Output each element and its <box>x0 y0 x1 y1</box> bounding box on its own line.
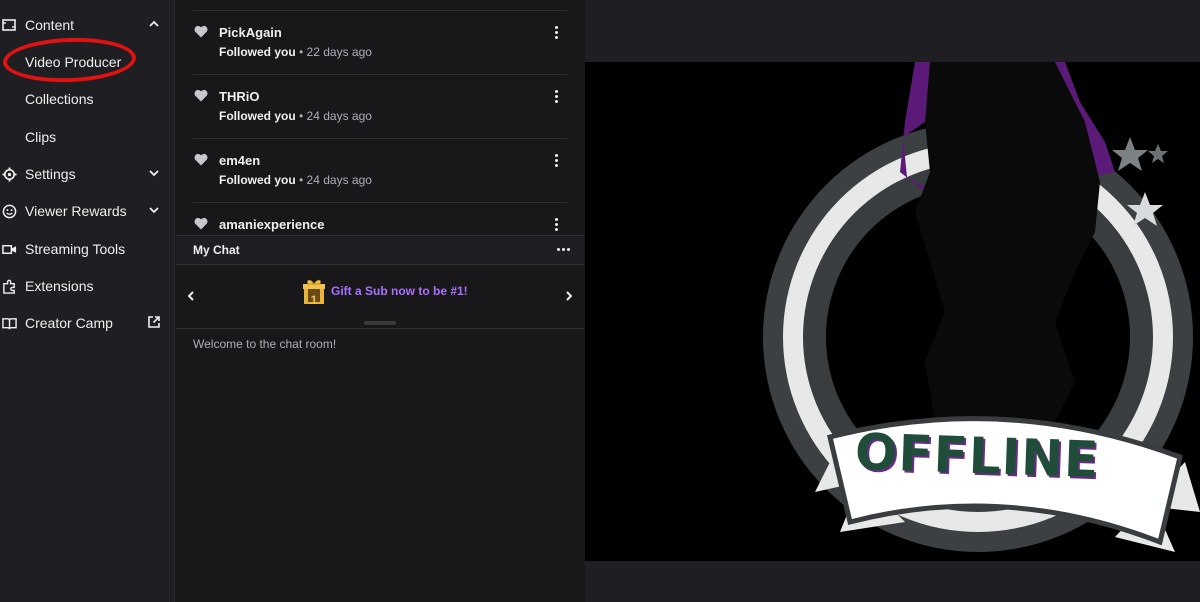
book-icon <box>1 315 17 331</box>
heart-icon <box>194 153 208 166</box>
heart-icon <box>194 89 208 102</box>
sidebar-item-extensions[interactable]: Extensions <box>0 271 175 301</box>
gift-sub-text[interactable]: Gift a Sub now to be #1! <box>331 284 468 298</box>
video-player[interactable]: OFFLINE <box>585 62 1200 561</box>
heart-icon <box>194 217 208 230</box>
sidebar-item-label: Streaming Tools <box>25 241 126 257</box>
gear-icon <box>1 166 17 182</box>
follow-meta: Followed you • 22 days ago <box>219 45 372 59</box>
external-link-icon <box>148 316 160 328</box>
follow-action: Followed you <box>219 173 296 187</box>
more-options-icon[interactable] <box>555 26 559 40</box>
content-icon <box>1 17 17 33</box>
follower-name[interactable]: amaniexperience <box>219 217 325 232</box>
sidebar-item-content[interactable]: Content <box>0 10 175 40</box>
offline-image <box>763 62 1200 552</box>
sidebar-item-label: Creator Camp <box>25 315 113 331</box>
annotation-circle <box>2 35 137 85</box>
follow-action: Followed you <box>219 109 296 123</box>
list-item[interactable]: PickAgain Followed you • 22 days ago <box>193 10 567 74</box>
video-top-bar <box>585 0 1200 62</box>
video-bottom-bar <box>585 561 1200 602</box>
sidebar-item-streaming-tools[interactable]: Streaming Tools <box>0 234 175 264</box>
chevron-down-icon <box>149 207 159 214</box>
list-item[interactable]: THRiO Followed you • 24 days ago <box>193 74 567 138</box>
chat-header: My Chat <box>176 235 584 265</box>
camera-icon <box>1 241 17 257</box>
sidebar-item-clips[interactable]: Clips <box>0 122 200 152</box>
follower-name[interactable]: em4en <box>219 153 260 168</box>
follow-action: Followed you <box>219 45 296 59</box>
chevron-left-icon[interactable] <box>185 289 197 303</box>
sidebar-item-viewer-rewards[interactable]: Viewer Rewards <box>0 196 175 226</box>
chevron-up-icon <box>149 20 159 27</box>
follow-time: 22 days ago <box>306 45 372 59</box>
more-horizontal-icon[interactable] <box>557 248 570 251</box>
gift-sub-banner: 1 Gift a Sub now to be #1! <box>176 265 584 329</box>
chat-welcome-message: Welcome to the chat room! <box>193 337 337 351</box>
list-item[interactable]: amaniexperience <box>193 202 567 235</box>
sidebar-item-collections[interactable]: Collections <box>0 84 200 114</box>
sidebar-item-label: Clips <box>25 129 57 145</box>
more-options-icon[interactable] <box>555 90 559 104</box>
sidebar-item-label: Viewer Rewards <box>25 203 127 219</box>
follow-time: 24 days ago <box>306 173 372 187</box>
sidebar: Content Video Producer Collections Clips… <box>0 0 175 602</box>
puzzle-icon <box>1 278 17 294</box>
follower-name[interactable]: PickAgain <box>219 25 282 40</box>
follower-name[interactable]: THRiO <box>219 89 259 104</box>
gift-badge-count: 1 <box>310 293 318 307</box>
list-item[interactable]: em4en Followed you • 24 days ago <box>193 138 567 202</box>
follow-time: 24 days ago <box>306 109 372 123</box>
heart-icon <box>194 25 208 38</box>
chevron-right-icon[interactable] <box>563 289 575 303</box>
offline-label: OFFLINE <box>854 422 1101 490</box>
activity-and-chat-column: PickAgain Followed you • 22 days ago THR… <box>176 0 584 602</box>
more-options-icon[interactable] <box>555 154 559 168</box>
smile-icon <box>1 203 17 219</box>
sidebar-item-label: Collections <box>25 91 94 107</box>
drag-handle[interactable] <box>364 321 396 325</box>
activity-feed[interactable]: PickAgain Followed you • 22 days ago THR… <box>176 0 584 235</box>
sidebar-item-label: Extensions <box>25 278 94 294</box>
sidebar-item-settings[interactable]: Settings <box>0 159 175 189</box>
chevron-down-icon <box>149 170 159 177</box>
more-options-icon[interactable] <box>555 218 559 232</box>
sidebar-item-label: Settings <box>25 166 76 182</box>
chat-title: My Chat <box>193 243 240 257</box>
sidebar-item-label: Content <box>25 17 75 33</box>
follow-meta: Followed you • 24 days ago <box>219 173 372 187</box>
follow-meta: Followed you • 24 days ago <box>219 109 372 123</box>
sidebar-item-creator-camp[interactable]: Creator Camp <box>0 308 175 338</box>
